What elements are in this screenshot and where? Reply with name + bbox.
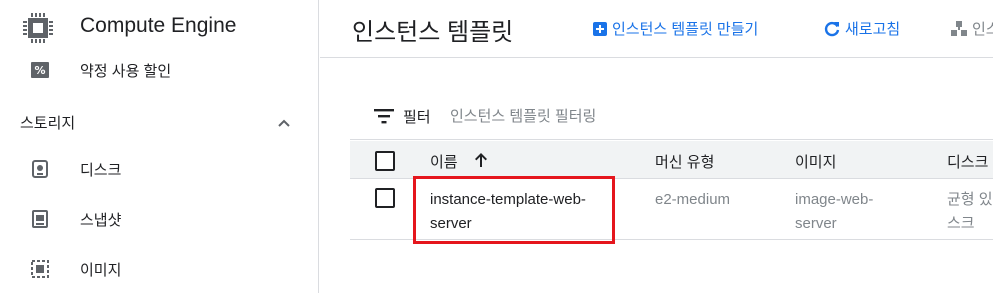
- page-header: 인스턴스 템플릿 인스턴스 템플릿 만들기 새로고침 인스: [320, 0, 993, 58]
- sidebar-section-storage[interactable]: 스토리지: [0, 100, 319, 144]
- chevron-up-icon[interactable]: [275, 114, 293, 132]
- sidebar: Compute Engine % 약정 사용 할인 스토리지 디스크 스냅샷 이…: [0, 0, 319, 293]
- create-template-label: 인스턴스 템플릿 만들기: [612, 21, 759, 38]
- image-value-line: server: [795, 215, 837, 232]
- template-name-line: instance-template-web-: [430, 191, 586, 208]
- sort-ascending-icon[interactable]: [472, 151, 490, 169]
- sidebar-item-committed-use[interactable]: % 약정 사용 할인: [0, 46, 319, 94]
- disk-value-line: 균형 있: [947, 191, 993, 208]
- template-name-line: server: [430, 215, 472, 232]
- sidebar-item-images[interactable]: 이미지: [0, 245, 319, 293]
- disk-value-line: 스크: [947, 215, 975, 232]
- group-icon: [951, 20, 967, 36]
- sidebar-section-label: 스토리지: [20, 114, 76, 132]
- template-name-link[interactable]: instance-template-web- server: [430, 188, 610, 236]
- image-cell: image-web- server: [795, 188, 873, 236]
- row-checkbox[interactable]: [375, 188, 395, 208]
- add-box-icon: [593, 21, 607, 36]
- column-header-disk[interactable]: 디스크: [947, 151, 988, 172]
- sidebar-item-snapshots[interactable]: 스냅샷: [0, 195, 319, 243]
- filter-label: 필터: [403, 109, 431, 126]
- sidebar-item-label: 약정 사용 할인: [80, 62, 172, 80]
- image-icon: [30, 259, 50, 279]
- percent-icon: %: [30, 60, 50, 80]
- disk-cell: 균형 있 스크: [947, 188, 993, 236]
- select-all-checkbox[interactable]: [375, 151, 395, 171]
- refresh-label: 새로고침: [845, 21, 901, 38]
- table-row: instance-template-web- server e2-medium …: [350, 180, 993, 240]
- column-header-name[interactable]: 이름: [430, 151, 458, 172]
- filter-input[interactable]: [450, 102, 990, 130]
- refresh-icon: [824, 21, 840, 36]
- more-actions-button[interactable]: 인스: [950, 18, 993, 39]
- sidebar-item-disks[interactable]: 디스크: [0, 145, 319, 193]
- product-title: Compute Engine: [80, 14, 237, 37]
- sidebar-item-label: 이미지: [80, 261, 122, 279]
- svg-text:%: %: [34, 64, 45, 77]
- create-template-button[interactable]: 인스턴스 템플릿 만들기: [592, 18, 758, 39]
- table-header: 이름 머신 유형 이미지 디스크: [350, 141, 993, 179]
- compute-chip-icon: [23, 13, 53, 43]
- column-header-image[interactable]: 이미지: [795, 151, 836, 172]
- filter-bar: 필터: [350, 92, 993, 140]
- machine-type-value: e2-medium: [655, 191, 731, 208]
- disk-icon: [30, 159, 50, 179]
- image-value-line: image-web-: [795, 191, 874, 208]
- snapshot-icon: [30, 209, 50, 229]
- machine-type-cell: e2-medium: [655, 188, 730, 212]
- page-title: 인스턴스 템플릿: [352, 19, 514, 46]
- sidebar-item-label: 디스크: [80, 161, 122, 179]
- sidebar-item-label: 스냅샷: [80, 211, 122, 229]
- refresh-button[interactable]: 새로고침: [823, 18, 900, 39]
- more-actions-label: 인스: [972, 21, 993, 38]
- filter-icon: [374, 109, 394, 124]
- column-header-machine-type[interactable]: 머신 유형: [655, 151, 714, 172]
